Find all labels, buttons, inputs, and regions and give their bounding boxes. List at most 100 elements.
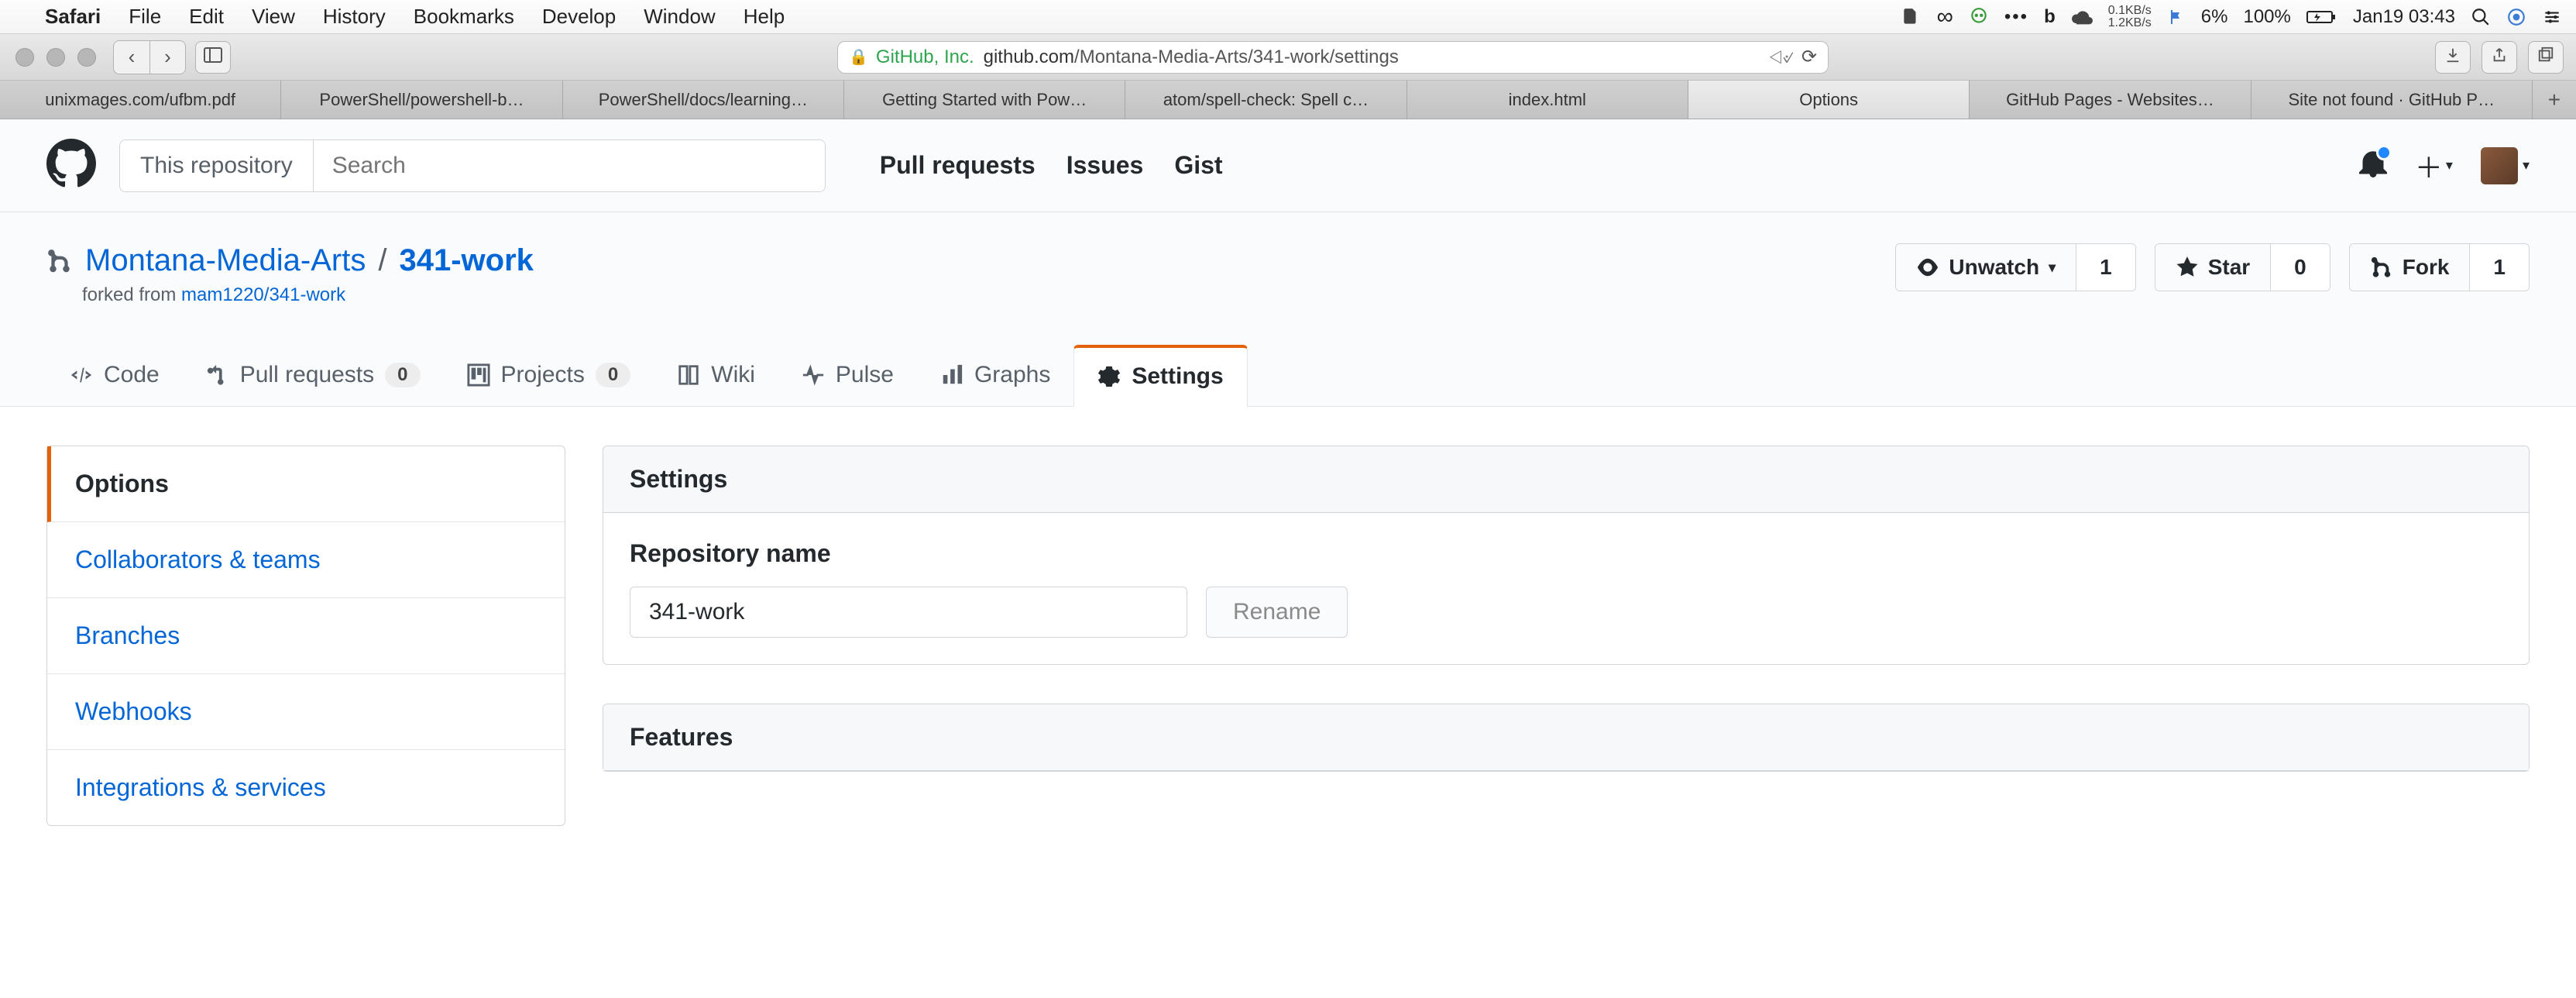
tab-projects[interactable]: Projects 0 xyxy=(444,345,654,406)
tab-pull-requests[interactable]: Pull requests 0 xyxy=(183,345,444,406)
safari-tab[interactable]: GitHub Pages - Websites… xyxy=(1970,81,2251,119)
menu-view[interactable]: View xyxy=(238,5,309,29)
clock[interactable]: Jan19 03:43 xyxy=(2353,6,2455,28)
settings-sidebar: Options Collaborators & teams Branches W… xyxy=(46,446,565,826)
nav-gist[interactable]: Gist xyxy=(1174,151,1222,180)
forked-from: forked from mam1220/341-work xyxy=(82,284,534,306)
safari-sidebar-button[interactable] xyxy=(195,41,231,74)
tabs-overview-button[interactable] xyxy=(2528,41,2564,74)
control-center-icon[interactable] xyxy=(2542,7,2562,27)
network-monitor: 0.1KB/s 1.2KB/s xyxy=(2108,5,2152,29)
fork-button[interactable]: Fork xyxy=(2350,244,2470,291)
url-path: /Montana-Media-Arts/341-work/settings xyxy=(1074,46,1399,68)
safari-tabbar: unixmages.com/ufbm.pdf PowerShell/powers… xyxy=(0,81,2576,119)
watch-button[interactable]: Unwatch▾ xyxy=(1896,244,2076,291)
url-secure-org: GitHub, Inc. xyxy=(876,46,974,68)
new-tab-button[interactable]: + xyxy=(2533,81,2576,119)
forked-from-link[interactable]: mam1220/341-work xyxy=(181,284,345,305)
flag-icon[interactable] xyxy=(2167,8,2186,26)
sidebar-item-integrations[interactable]: Integrations & services xyxy=(47,750,565,825)
reader-icon[interactable]: ◁୰ xyxy=(1769,47,1801,67)
downloads-button[interactable] xyxy=(2435,41,2471,74)
menu-bookmarks[interactable]: Bookmarks xyxy=(400,5,528,29)
url-host: github.com xyxy=(984,46,1074,68)
menu-app[interactable]: Safari xyxy=(31,5,115,29)
safari-tab[interactable]: index.html xyxy=(1407,81,1688,119)
safari-tab-active[interactable]: Options xyxy=(1688,81,1970,119)
back-button[interactable]: ‹ xyxy=(114,41,149,74)
repo-tabs: Code Pull requests 0 Projects 0 Wiki Pul… xyxy=(46,345,2530,406)
safari-tab[interactable]: unixmages.com/ufbm.pdf xyxy=(0,81,281,119)
minimize-window[interactable] xyxy=(46,48,65,67)
repo-name-input[interactable] xyxy=(630,587,1187,638)
menu-file[interactable]: File xyxy=(115,5,175,29)
tab-settings[interactable]: Settings xyxy=(1073,345,1247,407)
repo-owner-link[interactable]: Montana-Media-Arts xyxy=(85,243,366,278)
github-search[interactable]: This repository xyxy=(119,139,826,192)
nav-issues[interactable]: Issues xyxy=(1066,151,1144,180)
menu-history[interactable]: History xyxy=(309,5,400,29)
window-controls[interactable] xyxy=(12,48,104,67)
share-button[interactable] xyxy=(2482,41,2517,74)
menu-window[interactable]: Window xyxy=(630,5,729,29)
safari-tab[interactable]: Getting Started with Pow… xyxy=(844,81,1125,119)
notification-dot-icon xyxy=(2376,145,2392,160)
zoom-window[interactable] xyxy=(77,48,96,67)
menu-help[interactable]: Help xyxy=(730,5,799,29)
tab-wiki[interactable]: Wiki xyxy=(654,345,778,406)
safari-tab[interactable]: atom/spell-check: Spell c… xyxy=(1125,81,1406,119)
safari-toolbar: ‹ › 🔒 GitHub, Inc. github.com /Montana-M… xyxy=(0,34,2576,81)
battery-percent: 100% xyxy=(2243,6,2290,28)
evernote-icon[interactable] xyxy=(1901,7,1921,27)
repo-head: Montana-Media-Arts / 341-work forked fro… xyxy=(0,212,2576,407)
forward-button[interactable]: › xyxy=(149,41,185,74)
settings-panel: Settings Repository name Rename xyxy=(603,446,2530,665)
mac-menubar: Safari File Edit View History Bookmarks … xyxy=(0,0,2576,34)
b-icon[interactable]: b xyxy=(2044,6,2056,28)
github-header: This repository Pull requests Issues Gis… xyxy=(0,119,2576,212)
features-panel: Features xyxy=(603,704,2530,772)
github-logo[interactable] xyxy=(46,139,96,192)
search-input[interactable] xyxy=(314,140,825,191)
gas-mask-icon[interactable] xyxy=(1969,7,1989,27)
repo-fork-icon xyxy=(46,248,73,274)
watch-count[interactable]: 1 xyxy=(2076,244,2135,291)
menu-edit[interactable]: Edit xyxy=(175,5,238,29)
nav-pull-requests[interactable]: Pull requests xyxy=(880,151,1036,180)
menu-develop[interactable]: Develop xyxy=(528,5,630,29)
sidebar-item-webhooks[interactable]: Webhooks xyxy=(47,674,565,750)
infinity-icon[interactable]: ∞ xyxy=(1936,4,1953,30)
cpu-usage: 6% xyxy=(2201,6,2228,28)
safari-tab[interactable]: PowerShell/docs/learning… xyxy=(563,81,844,119)
sidebar-item-options[interactable]: Options xyxy=(47,446,565,522)
tab-pulse[interactable]: Pulse xyxy=(778,345,917,406)
safari-tab[interactable]: Site not found · GitHub P… xyxy=(2251,81,2533,119)
projects-count-badge: 0 xyxy=(596,363,630,387)
safari-tab[interactable]: PowerShell/powershell-b… xyxy=(281,81,562,119)
cloud-icon[interactable] xyxy=(2071,6,2093,28)
search-scope[interactable]: This repository xyxy=(120,140,314,191)
create-new-button[interactable]: ＋▾ xyxy=(2415,146,2453,186)
pr-count-badge: 0 xyxy=(385,363,420,387)
sidebar-item-branches[interactable]: Branches xyxy=(47,598,565,674)
tab-graphs[interactable]: Graphs xyxy=(917,345,1073,406)
fork-count[interactable]: 1 xyxy=(2469,244,2529,291)
star-count[interactable]: 0 xyxy=(2270,244,2330,291)
features-title: Features xyxy=(603,704,2529,771)
address-bar[interactable]: 🔒 GitHub, Inc. github.com /Montana-Media… xyxy=(837,41,1829,74)
spotlight-icon[interactable] xyxy=(2471,7,2491,27)
repo-name-link[interactable]: 341-work xyxy=(400,243,534,278)
more-icon[interactable]: ••• xyxy=(2004,6,2028,28)
avatar xyxy=(2481,147,2518,184)
close-window[interactable] xyxy=(15,48,34,67)
tripmode-icon[interactable] xyxy=(2506,7,2526,27)
tab-code[interactable]: Code xyxy=(46,345,183,406)
panel-title: Settings xyxy=(603,446,2529,513)
user-menu[interactable]: ▾ xyxy=(2481,147,2530,184)
reload-icon[interactable]: ⟳ xyxy=(1801,46,1817,68)
rename-button[interactable]: Rename xyxy=(1206,587,1348,638)
lock-icon: 🔒 xyxy=(849,47,868,67)
star-button[interactable]: Star xyxy=(2155,244,2270,291)
notifications-button[interactable] xyxy=(2359,150,2387,181)
sidebar-item-collaborators[interactable]: Collaborators & teams xyxy=(47,522,565,598)
